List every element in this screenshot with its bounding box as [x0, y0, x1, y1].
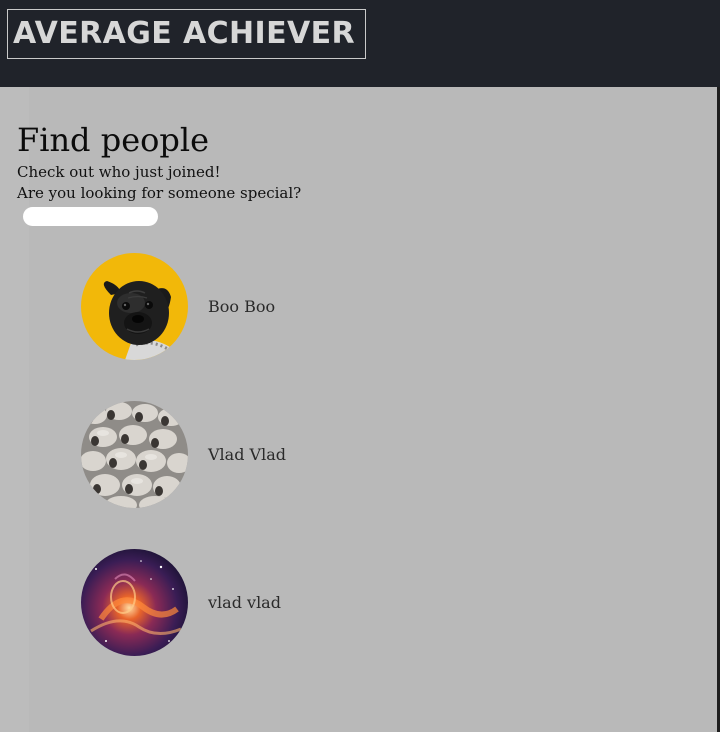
- person-card[interactable]: Boo Boo: [81, 253, 341, 360]
- person-name[interactable]: Boo Boo: [208, 297, 275, 316]
- avatar[interactable]: [81, 401, 188, 508]
- pug-dog-avatar-image: [81, 253, 188, 360]
- page-subtitle-joined: Check out who just joined!: [17, 163, 221, 181]
- page-subtitle-special: Are you looking for someone special?: [17, 184, 302, 202]
- person-name[interactable]: vlad vlad: [208, 593, 281, 612]
- avatar[interactable]: [81, 253, 188, 360]
- avatar[interactable]: [81, 549, 188, 656]
- search-input[interactable]: [23, 207, 158, 226]
- page-title: Find people: [17, 121, 210, 159]
- site-logo[interactable]: AVERAGE ACHIEVER: [7, 9, 366, 59]
- galaxy-nebula-avatar-image: [81, 549, 188, 656]
- person-card[interactable]: Vlad Vlad: [81, 401, 341, 508]
- top-header: AVERAGE ACHIEVER: [0, 0, 720, 87]
- person-name[interactable]: Vlad Vlad: [208, 445, 286, 464]
- person-card[interactable]: vlad vlad: [81, 549, 341, 656]
- main-content: Find people Check out who just joined! A…: [17, 118, 707, 204]
- sheep-flock-avatar-image: [81, 401, 188, 508]
